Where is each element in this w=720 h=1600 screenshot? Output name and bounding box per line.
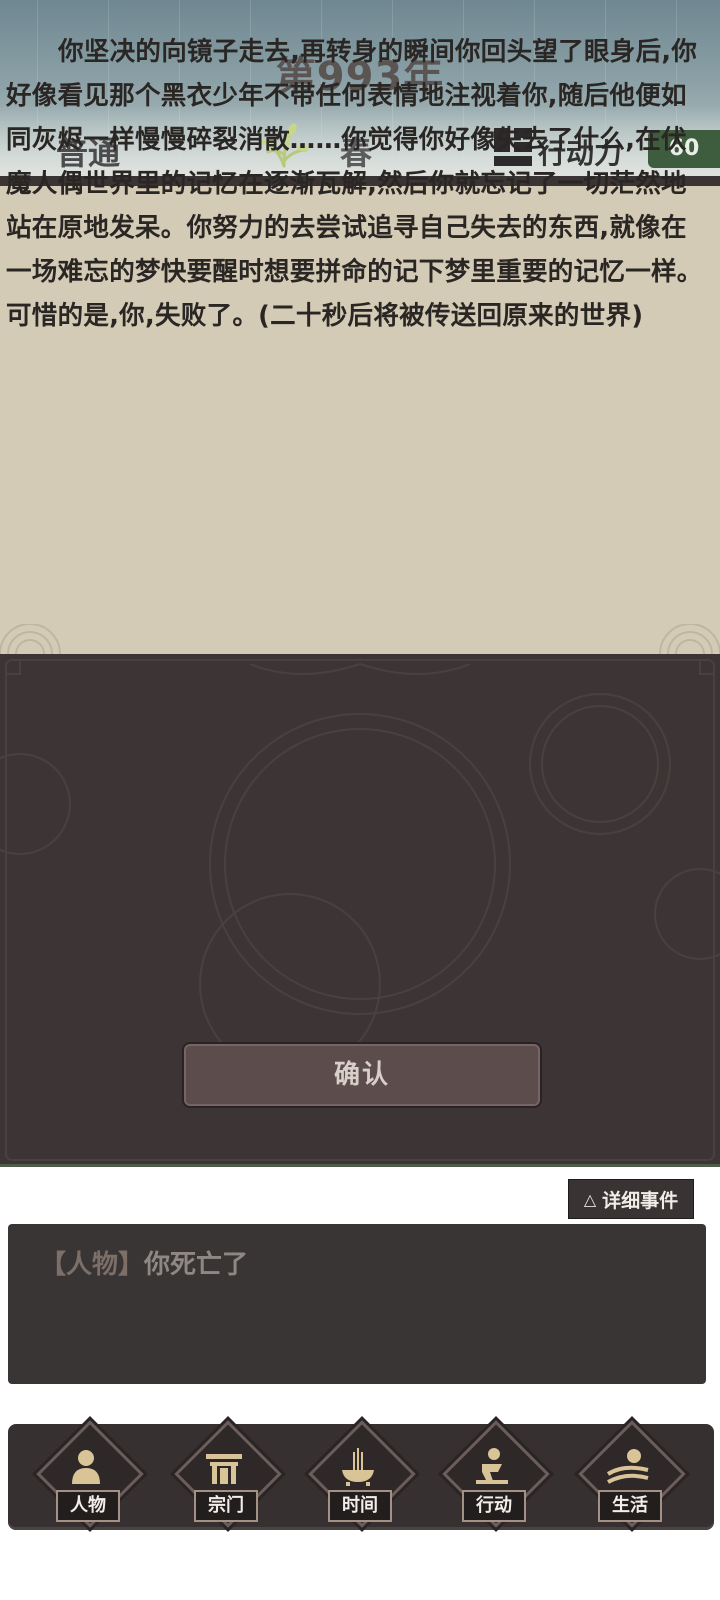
sect-gate-icon <box>206 1454 242 1484</box>
nav-sect-label: 宗门 <box>194 1490 258 1522</box>
triangle-up-icon: △ <box>583 1189 597 1209</box>
nav-sect-button[interactable]: 宗门 <box>172 1420 282 1530</box>
action-figure-icon <box>476 1448 508 1484</box>
panel-divider <box>0 1164 720 1167</box>
nav-life-label: 生活 <box>598 1490 662 1522</box>
log-entry-tag: 【人物】 <box>40 1250 145 1280</box>
log-entry-message: 你死亡了 <box>144 1250 249 1280</box>
nav-action-button[interactable]: 行动 <box>440 1420 550 1530</box>
incense-burner-icon <box>342 1448 374 1486</box>
story-text: 你坚决的向镜子走去,再转身的瞬间你回头望了眼身后,你好像看见那个黑衣少年不带任何… <box>6 37 703 331</box>
nav-person-button[interactable]: 人物 <box>34 1420 144 1530</box>
right-cloud-ornament <box>659 624 720 654</box>
person-icon <box>72 1450 100 1484</box>
landscape-sun-icon <box>606 1449 649 1484</box>
nav-time-button[interactable]: 时间 <box>306 1420 416 1530</box>
nav-life-button[interactable]: 生活 <box>576 1420 686 1530</box>
details-events-label: 详细事件 <box>602 1189 679 1212</box>
left-cloud-ornament <box>0 624 61 654</box>
nav-action-label: 行动 <box>462 1490 526 1522</box>
log-entry: 【人物】你死亡了 <box>40 1244 248 1281</box>
confirm-button[interactable]: 确认 <box>182 1042 542 1108</box>
details-events-button[interactable]: △ 详细事件 <box>568 1179 694 1219</box>
nav-person-label: 人物 <box>56 1490 120 1522</box>
nav-time-label: 时间 <box>328 1490 392 1522</box>
